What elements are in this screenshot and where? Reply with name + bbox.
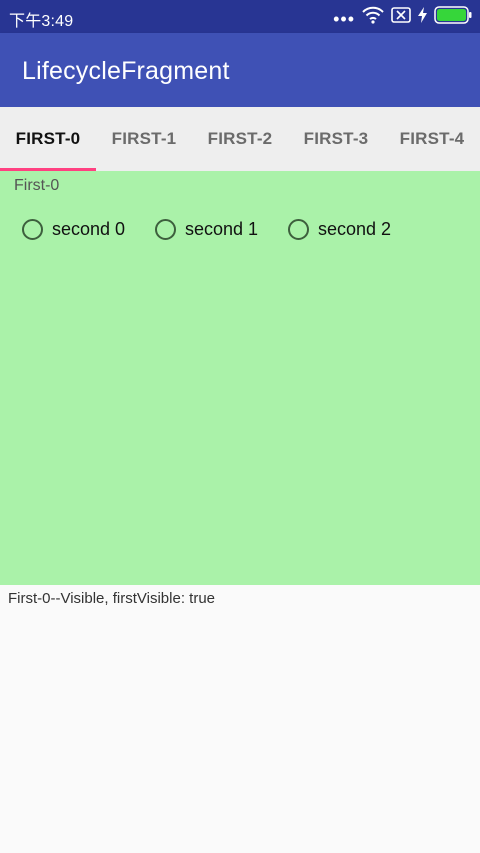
battery-icon [434,5,472,29]
radio-second-0[interactable]: second 0 [22,214,125,244]
tab-first-0[interactable]: FIRST-0 [0,107,96,171]
radio-label: second 0 [52,218,126,239]
tab-first-1[interactable]: FIRST-1 [96,107,192,171]
fragment-content: First-0 second 0 second 1 second 2 [0,171,480,585]
app-bar: LifecycleFragment [0,33,480,107]
log-text: First-0--Visible, firstVisible: true [8,590,215,607]
tab-first-2[interactable]: FIRST-2 [192,107,288,171]
app-title: LifecycleFragment [22,57,230,85]
radio-circle-icon[interactable] [288,218,309,240]
wifi-icon [362,6,384,29]
radio-second-2[interactable]: second 2 [288,214,391,244]
sim-off-icon [391,6,411,28]
radio-circle-icon[interactable] [155,218,176,240]
radio-label: second 2 [318,218,392,239]
status-icons: ••• [333,5,472,29]
fragment-label: First-0 [14,177,60,194]
radio-label: second 1 [185,218,259,239]
tab-first-3[interactable]: FIRST-3 [288,107,384,171]
charging-icon [418,6,427,28]
tab-first-4[interactable]: FIRST-4 [384,107,480,171]
tab-bar: FIRST-0 FIRST-1 FIRST-2 FIRST-3 FIRST-4 [0,107,480,171]
radio-circle-icon[interactable] [22,218,43,240]
more-dots-icon: ••• [333,9,355,29]
status-time: 下午3:49 [9,13,74,30]
status-bar: 下午3:49 ••• [0,0,480,33]
radio-second-1[interactable]: second 1 [155,214,258,244]
